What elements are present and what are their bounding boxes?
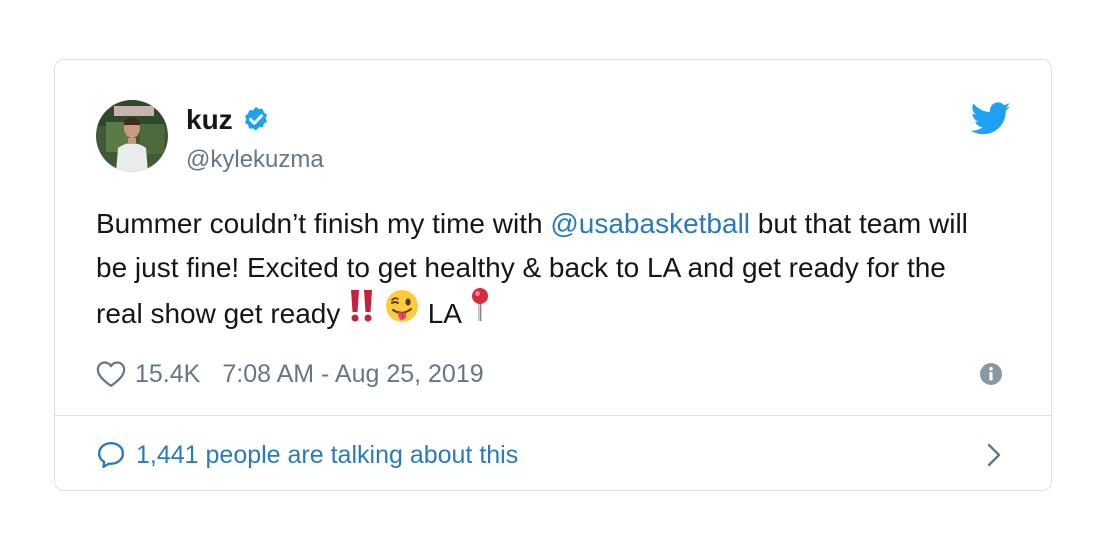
round-pushpin-emoji: [468, 287, 492, 338]
tweet-text-part-3: LA: [419, 297, 469, 329]
tweet-text-part-1: Bummer couldn’t finish my time with: [96, 208, 551, 239]
heart-icon[interactable]: [96, 360, 135, 388]
verified-badge-icon: [241, 105, 271, 135]
tweet-meta-row: 15.4K 7:08 AM - Aug 25, 2019: [96, 356, 484, 392]
info-icon[interactable]: [979, 362, 1003, 386]
tweet-text: Bummer couldn’t finish my time with @usa…: [96, 202, 996, 341]
author-name-row[interactable]: kuz: [186, 102, 271, 138]
author-handle[interactable]: @kylekuzma: [186, 144, 324, 176]
conversation-count-text[interactable]: 1,441 people are talking about this: [136, 441, 518, 470]
double-exclamation-emoji: [348, 288, 376, 337]
twitter-bird-icon[interactable]: [970, 102, 1011, 136]
mention-link[interactable]: @usabasketball: [550, 208, 750, 239]
speech-bubble-icon: [96, 440, 136, 470]
winking-face-with-tongue-emoji: [384, 288, 420, 337]
tweet-timestamp[interactable]: 7:08 AM - Aug 25, 2019: [222, 360, 483, 389]
conversation-link[interactable]: 1,441 people are talking about this: [96, 436, 518, 474]
like-count[interactable]: 15.4K: [135, 360, 200, 389]
divider: [55, 415, 1051, 416]
tweet-card[interactable]: kuz @kylekuzma Bummer couldn’t finish my…: [54, 59, 1052, 491]
display-name[interactable]: kuz: [186, 102, 233, 138]
avatar[interactable]: [96, 100, 168, 172]
chevron-right-icon[interactable]: [985, 442, 1003, 468]
